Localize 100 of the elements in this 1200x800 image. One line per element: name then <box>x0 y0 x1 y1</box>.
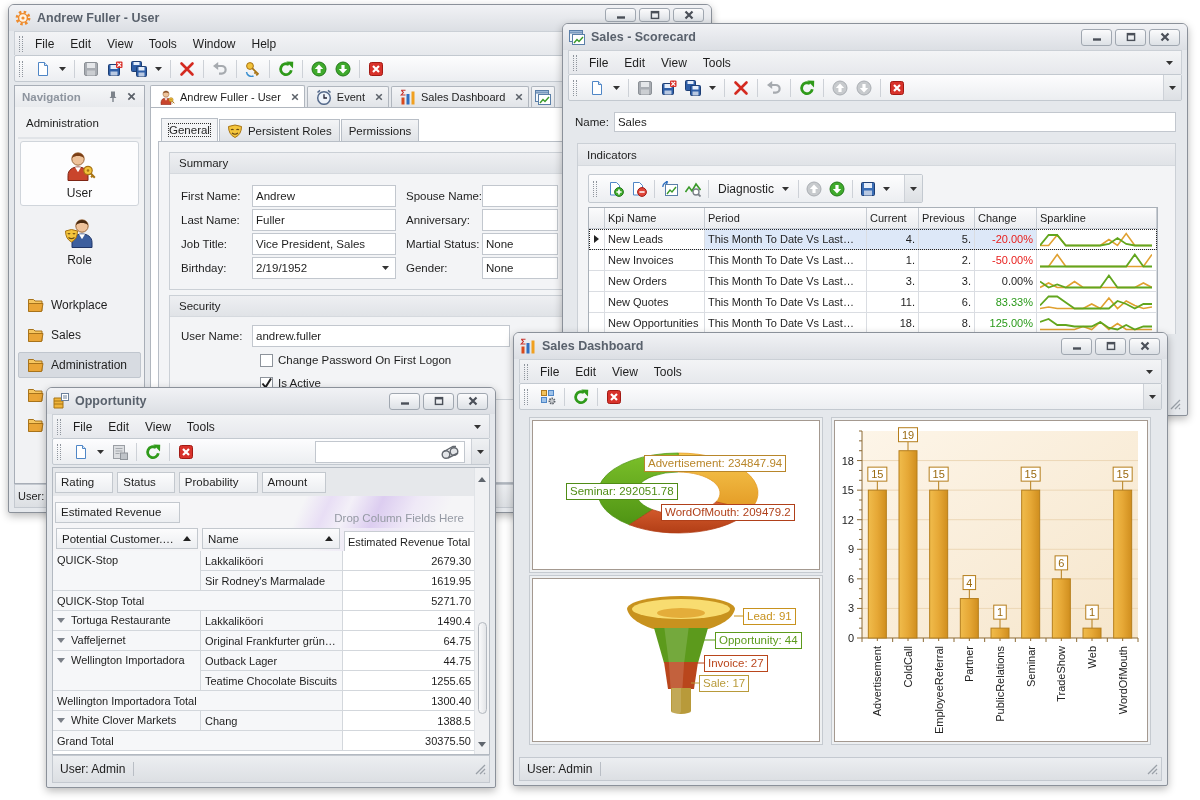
scroll-up-icon[interactable] <box>478 477 486 482</box>
menu-item[interactable]: Edit <box>616 55 654 70</box>
column-header[interactable]: Sparkline <box>1037 208 1157 229</box>
remove-document-icon[interactable] <box>631 180 647 197</box>
menu-item[interactable]: File <box>65 419 101 434</box>
caret-icon[interactable] <box>1166 60 1173 65</box>
table-row[interactable]: New Orders This Month To Date Vs Last… 3. 3. 0.00% <box>589 271 1157 292</box>
column-header[interactable]: Kpi Name <box>605 208 705 229</box>
overflow-button[interactable] <box>1143 384 1161 409</box>
menu-item[interactable]: Tools <box>178 419 223 434</box>
maximize-button[interactable] <box>423 392 454 410</box>
column-header[interactable]: Estimated Revenue Total <box>344 531 477 551</box>
close-button[interactable] <box>1129 337 1160 355</box>
close-icon[interactable] <box>290 92 299 101</box>
menu-item[interactable]: File <box>27 36 63 51</box>
nav-item[interactable]: Administration <box>18 352 141 378</box>
tab[interactable]: Event <box>306 86 389 107</box>
overflow-button[interactable] <box>904 175 923 202</box>
layout-settings-icon[interactable] <box>540 388 556 405</box>
close-icon[interactable] <box>515 93 524 101</box>
field-button[interactable]: Status <box>117 471 175 493</box>
nav-item[interactable]: Role <box>20 208 139 273</box>
menu-item[interactable]: Tools <box>694 55 739 70</box>
close-icon[interactable] <box>889 79 905 96</box>
caret-icon[interactable] <box>97 449 104 454</box>
size-grip-icon[interactable] <box>474 763 486 775</box>
tab[interactable]: General <box>161 118 218 141</box>
caret-icon[interactable] <box>883 186 891 191</box>
close-icon[interactable] <box>127 92 136 101</box>
maximize-button[interactable] <box>1095 337 1126 355</box>
tab[interactable]: Permissions <box>340 119 420 141</box>
close-button[interactable] <box>457 392 488 410</box>
overflow-button[interactable] <box>1163 75 1181 100</box>
pin-icon[interactable] <box>109 91 117 102</box>
minimize-button[interactable] <box>389 392 420 410</box>
search-field[interactable] <box>315 440 465 463</box>
minimize-button[interactable] <box>605 8 636 22</box>
field-button[interactable]: Probability <box>178 471 258 493</box>
menu-item[interactable]: File <box>581 55 617 70</box>
close-button[interactable] <box>1149 28 1180 46</box>
refresh-icon[interactable] <box>278 60 294 77</box>
add-document-icon[interactable] <box>608 180 624 197</box>
caret-icon[interactable] <box>474 424 481 429</box>
table-row[interactable]: New Invoices This Month To Date Vs Last… 1. 2. -50.00% <box>589 250 1157 271</box>
line-chart-icon[interactable] <box>685 180 701 197</box>
tab[interactable]: Sales Dashboard <box>391 86 530 107</box>
menu-item[interactable]: Tools <box>645 364 690 379</box>
tab[interactable] <box>531 86 556 107</box>
text-field[interactable]: Sales <box>613 112 1176 132</box>
menu-item[interactable]: Edit <box>62 36 100 51</box>
field-button[interactable]: Potential Customer.… <box>56 528 198 549</box>
table-row[interactable]: New Leads This Month To Date Vs Last… 4. 5. -20.00% <box>589 229 1157 250</box>
caret-icon[interactable] <box>613 85 620 90</box>
nav-item[interactable]: Workplace <box>18 292 141 318</box>
field-button[interactable]: Rating <box>55 471 114 493</box>
field-button[interactable]: Name <box>202 528 340 549</box>
menu-item[interactable]: View <box>653 55 695 70</box>
close-button[interactable] <box>673 8 704 22</box>
nav-item[interactable]: User <box>20 141 139 206</box>
text-field[interactable]: Fuller <box>252 209 396 231</box>
save-all-icon[interactable] <box>131 60 147 77</box>
close-icon[interactable] <box>178 443 194 460</box>
text-field[interactable] <box>482 209 558 231</box>
scroll-down-icon[interactable] <box>478 742 486 747</box>
close-icon[interactable] <box>606 388 622 405</box>
dropdown-button[interactable]: Diagnostic <box>716 181 792 196</box>
text-field[interactable]: None <box>482 233 558 255</box>
tab[interactable]: Persistent Roles <box>218 119 340 141</box>
date-field[interactable]: 2/19/1952 <box>252 257 396 279</box>
caret-icon[interactable] <box>59 66 66 71</box>
document-icon[interactable] <box>73 443 89 460</box>
maximize-button[interactable] <box>1115 28 1146 46</box>
report-icon[interactable] <box>112 443 128 460</box>
scrollbar-thumb[interactable] <box>477 622 487 714</box>
document-icon[interactable] <box>589 79 605 96</box>
menu-item[interactable]: View <box>604 364 646 379</box>
field-button[interactable]: Estimated Revenue <box>55 501 181 523</box>
save-close-icon[interactable] <box>107 60 123 77</box>
size-grip-icon[interactable] <box>1169 398 1181 410</box>
menu-item[interactable]: View <box>99 36 141 51</box>
refresh-icon[interactable] <box>573 388 589 405</box>
caret-icon[interactable] <box>709 85 716 90</box>
size-grip-icon[interactable] <box>1146 763 1158 775</box>
tab[interactable]: Andrew Fuller - User <box>150 85 305 107</box>
delete-icon[interactable] <box>733 79 749 96</box>
menu-item[interactable]: View <box>137 419 179 434</box>
caret-icon[interactable] <box>155 66 162 71</box>
caret-icon[interactable] <box>1146 369 1153 374</box>
refresh-icon[interactable] <box>145 443 161 460</box>
minimize-button[interactable] <box>1061 337 1092 355</box>
scrollbar[interactable] <box>474 468 489 754</box>
save-all-icon[interactable] <box>685 79 701 96</box>
document-icon[interactable] <box>35 60 51 77</box>
table-row[interactable]: New Quotes This Month To Date Vs Last… 11. 6. 83.33% <box>589 292 1157 313</box>
nav-item[interactable]: Sales <box>18 322 141 348</box>
menu-item[interactable]: Edit <box>100 419 138 434</box>
overflow-button[interactable] <box>471 439 489 464</box>
close-icon[interactable] <box>375 93 383 101</box>
menu-item[interactable]: Edit <box>567 364 605 379</box>
menu-item[interactable]: Window <box>184 36 244 51</box>
